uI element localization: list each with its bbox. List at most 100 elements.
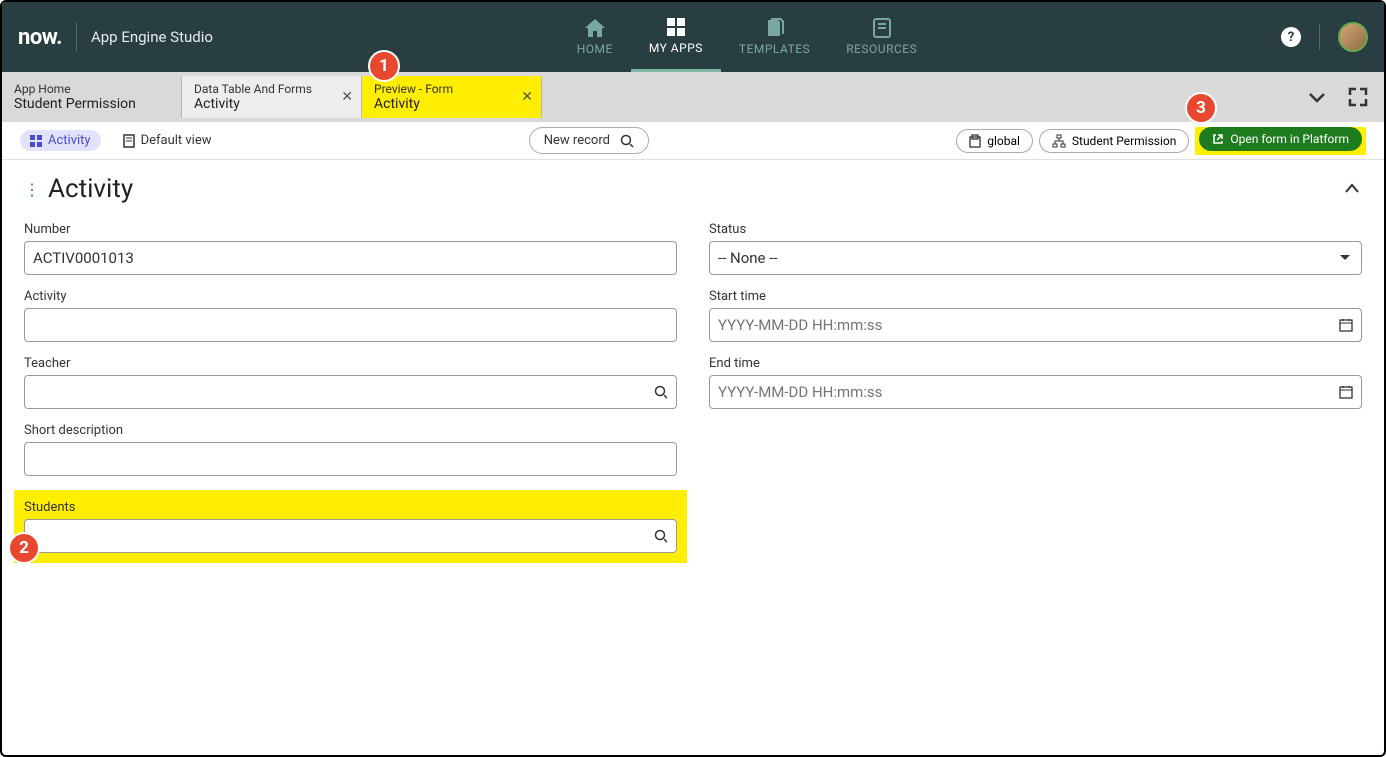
divider-icon xyxy=(1319,24,1320,50)
tab-line2: Student Permission xyxy=(14,96,151,112)
logo-block: now. App Engine Studio xyxy=(18,22,213,52)
input-value: ACTIV0001013 xyxy=(33,249,134,267)
header-right: ? xyxy=(1281,22,1368,52)
input-placeholder: YYYY-MM-DD HH:mm:ss xyxy=(718,316,882,334)
caret-down-icon xyxy=(1339,254,1351,262)
nav-home[interactable]: HOME xyxy=(559,2,631,72)
scope-global-pill[interactable]: global xyxy=(956,129,1033,153)
external-link-icon xyxy=(1212,133,1224,145)
templates-icon xyxy=(765,18,785,38)
toolbar-center: New record xyxy=(529,127,649,154)
close-icon[interactable]: ✕ xyxy=(341,89,353,105)
tab-data-table[interactable]: Data Table And Forms Activity ✕ xyxy=(182,76,362,118)
field-label: Teacher xyxy=(24,356,677,371)
field-end-time: End time YYYY-MM-DD HH:mm:ss xyxy=(709,356,1362,409)
end-time-input[interactable]: YYYY-MM-DD HH:mm:ss xyxy=(709,375,1362,409)
expand-icon[interactable] xyxy=(1348,87,1368,107)
help-icon[interactable]: ? xyxy=(1281,27,1301,47)
nav-label: TEMPLATES xyxy=(739,42,810,56)
search-icon[interactable] xyxy=(654,529,668,543)
default-view-chip[interactable]: Default view xyxy=(113,130,222,151)
field-start-time: Start time YYYY-MM-DD HH:mm:ss xyxy=(709,289,1362,342)
students-lookup[interactable] xyxy=(24,519,677,553)
annotation-badge-3: 3 xyxy=(1185,92,1217,124)
hierarchy-icon xyxy=(1052,134,1066,148)
short-description-input[interactable] xyxy=(24,442,677,476)
nav-my-apps[interactable]: MY APPS xyxy=(631,2,721,72)
field-label: Number xyxy=(24,222,677,237)
form-title: Activity xyxy=(48,174,133,204)
activity-chip[interactable]: Activity xyxy=(20,130,101,151)
tab-app-home[interactable]: App Home Student Permission xyxy=(2,76,182,118)
status-select[interactable]: -- None -- xyxy=(709,241,1362,275)
pill-label: Student Permission xyxy=(1072,134,1176,148)
grid-icon xyxy=(30,135,42,147)
tab-line2: Activity xyxy=(194,96,331,112)
field-students-wrapper: Students xyxy=(24,490,677,563)
chip-label: Default view xyxy=(141,133,212,148)
nav-templates[interactable]: TEMPLATES xyxy=(721,2,828,72)
activity-input[interactable] xyxy=(24,308,677,342)
nav-label: HOME xyxy=(577,42,613,56)
view-icon xyxy=(123,134,135,148)
open-platform-highlight: Open form in Platform xyxy=(1195,127,1366,155)
calendar-icon[interactable] xyxy=(1339,385,1353,399)
avatar[interactable] xyxy=(1338,22,1368,52)
tab-line1: Data Table And Forms xyxy=(194,82,331,96)
close-icon[interactable]: ✕ xyxy=(521,89,533,105)
field-label: End time xyxy=(709,356,1362,371)
home-icon xyxy=(585,18,605,38)
nav-resources[interactable]: RESOURCES xyxy=(828,2,935,72)
chevron-down-icon[interactable] xyxy=(1306,86,1328,108)
form-header-right xyxy=(1342,179,1362,199)
students-highlight: Students xyxy=(14,490,687,563)
field-students: Students xyxy=(24,500,677,553)
more-actions-icon[interactable]: ⋮ xyxy=(24,180,40,199)
search-icon xyxy=(620,134,634,148)
calendar-icon[interactable] xyxy=(1339,318,1353,332)
apps-icon xyxy=(666,17,686,37)
annotation-badge-1: 1 xyxy=(368,50,400,82)
scope-icon xyxy=(969,134,981,148)
new-record-label: New record xyxy=(544,133,610,148)
form-grid: Number ACTIV0001013 Status -- None -- Ac… xyxy=(24,222,1362,563)
new-record-pill[interactable]: New record xyxy=(529,127,649,154)
field-short-description: Short description xyxy=(24,423,677,476)
collapse-section-icon[interactable] xyxy=(1342,179,1362,199)
top-header: now. App Engine Studio HOME MY APPS TEMP… xyxy=(2,2,1384,72)
logo: now. xyxy=(18,25,62,50)
field-status: Status -- None -- xyxy=(709,222,1362,275)
number-input[interactable]: ACTIV0001013 xyxy=(24,241,677,275)
resources-icon xyxy=(872,18,892,38)
annotation-badge-2: 2 xyxy=(8,532,40,564)
field-label: Status xyxy=(709,222,1362,237)
field-label: Activity xyxy=(24,289,677,304)
field-teacher: Teacher xyxy=(24,356,677,409)
input-placeholder: YYYY-MM-DD HH:mm:ss xyxy=(718,383,882,401)
main-nav: HOME MY APPS TEMPLATES RESOURCES xyxy=(559,2,936,72)
field-number: Number ACTIV0001013 xyxy=(24,222,677,275)
form-header: ⋮ Activity xyxy=(24,174,1362,204)
pill-label: global xyxy=(987,134,1020,148)
search-icon[interactable] xyxy=(654,385,668,399)
logo-divider xyxy=(76,22,77,52)
field-label: Students xyxy=(24,500,677,515)
tabs-bar: App Home Student Permission Data Table A… xyxy=(2,72,1384,122)
nav-label: MY APPS xyxy=(649,41,703,55)
app-scope-pill[interactable]: Student Permission xyxy=(1039,129,1189,153)
tab-line1: Preview - Form xyxy=(374,82,511,96)
nav-label: RESOURCES xyxy=(846,42,917,56)
tabs-right-controls xyxy=(1306,86,1384,108)
open-form-platform-button[interactable]: Open form in Platform xyxy=(1199,127,1362,151)
pill-label: Open form in Platform xyxy=(1230,132,1349,146)
form-toolbar: Activity Default view New record global … xyxy=(2,122,1384,160)
field-label: Start time xyxy=(709,289,1362,304)
field-label: Short description xyxy=(24,423,677,438)
teacher-lookup[interactable] xyxy=(24,375,677,409)
chip-label: Activity xyxy=(48,133,91,148)
tab-line1: App Home xyxy=(14,82,151,96)
start-time-input[interactable]: YYYY-MM-DD HH:mm:ss xyxy=(709,308,1362,342)
tab-line2: Activity xyxy=(374,96,511,112)
tab-preview-form[interactable]: Preview - Form Activity ✕ xyxy=(362,76,542,118)
select-value: -- None -- xyxy=(718,249,778,267)
